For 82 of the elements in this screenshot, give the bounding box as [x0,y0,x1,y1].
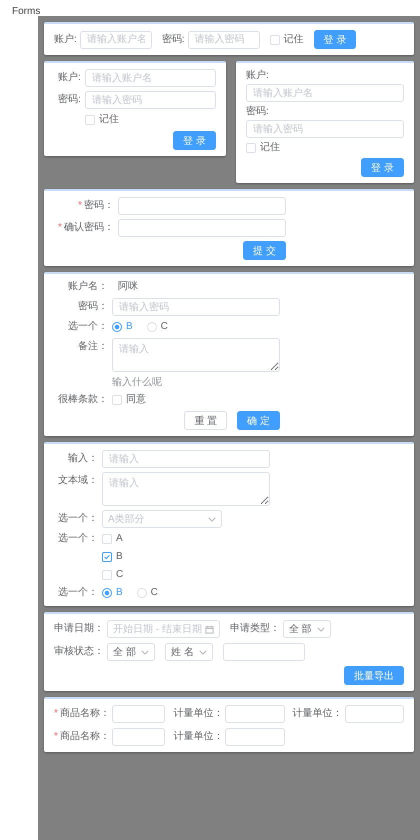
option-label: C [160,320,168,334]
field-label: 密码: [58,94,81,105]
caret-icon [199,650,207,654]
help-text: 输入什么呢 [112,376,162,389]
select-field[interactable]: A类部分 [102,510,222,528]
field-label: 选一个： [58,513,98,524]
field-label: 商品名称： [60,708,110,719]
field-label: 申请日期： [54,623,104,634]
field-label: 申请类型： [230,623,280,634]
input-field[interactable]: 请输入账户名 [84,69,216,87]
caret-icon [141,650,149,654]
caret-icon [316,626,325,632]
input-field[interactable] [225,705,285,723]
submit-button[interactable]: 确 定 [237,411,280,430]
submit-button[interactable]: 批量导出 [344,666,404,685]
option-label: 记住 [260,141,280,155]
field-label: 计量单位： [173,731,224,742]
input-field[interactable] [225,728,285,746]
input-field[interactable]: 请输入密码 [84,91,216,109]
input-field[interactable]: 请输入 [102,450,270,468]
input-field[interactable]: 请输入密码 [188,30,260,48]
reset-button[interactable]: 重 置 [184,411,228,430]
field-label: 密码: [246,106,269,117]
option-label: 记住 [98,113,119,127]
radio-button[interactable] [102,588,112,598]
select-field[interactable]: 全 部 [107,643,155,661]
field-label: 密码： [78,301,108,312]
option-label: 记住 [284,32,304,46]
field-label: 账户名： [68,281,108,292]
field-label: 账户: [54,34,77,44]
submit-button[interactable]: 登 录 [314,30,356,49]
field-label: 文本域： [58,475,98,486]
required-mark: * [54,708,58,719]
required-mark: * [54,731,58,742]
option-label: 同意 [126,393,146,407]
field-label: 选一个： [58,587,98,598]
radio-button[interactable] [112,322,122,332]
input-field[interactable] [118,197,286,215]
submit-button[interactable]: 提 交 [243,241,286,260]
field-label: 选一个： [58,533,98,544]
field-label: 输入： [68,453,98,464]
text-area[interactable]: 请输入 [102,472,270,506]
input-field[interactable]: 请输入密码 [112,298,280,316]
option-label: B [116,550,123,564]
field-label: 确认密码： [64,222,114,233]
field-label: 计量单位： [173,708,224,719]
input-field[interactable] [223,643,305,661]
input-field[interactable] [112,728,166,746]
input-field[interactable]: 请输入密码 [246,120,404,138]
required-mark: * [58,222,62,233]
option-label: B [116,586,123,600]
submit-button[interactable]: 登 录 [173,131,216,150]
date-range-field[interactable]: 开始日期 - 结束日期 [107,620,220,638]
input-field[interactable] [118,219,286,237]
page-title: Forms [12,6,40,18]
option-label: A [116,532,123,546]
select-field[interactable]: 姓 名 [165,643,213,661]
option-label: C [150,586,158,600]
option-label: B [126,320,133,334]
field-label: 账户: [58,72,81,83]
select-field[interactable]: 全 部 [282,620,331,638]
field-label: 备注： [78,341,108,352]
required-mark: * [78,200,82,211]
field-label: 计量单位： [292,708,343,719]
input-field[interactable]: 请输入账户名 [80,30,152,48]
field-label: 密码: [162,34,185,44]
field-label: 账户: [246,70,269,81]
field-label: 密码： [84,200,114,211]
input-field[interactable]: 请输入账户名 [246,84,404,102]
field-value: 阿咪 [117,280,138,294]
submit-button[interactable]: 登 录 [361,158,404,177]
text-area[interactable]: 请输入 [112,338,280,372]
calendar-icon [204,624,214,634]
input-field[interactable] [344,705,404,723]
caret-icon [208,516,216,522]
field-label: 选一个： [68,321,108,332]
option-label: C [116,568,124,582]
field-label: 审核状态： [54,646,104,657]
input-field[interactable] [112,705,166,723]
checkbox[interactable] [102,552,112,562]
field-label: 很棒条款： [58,394,108,405]
field-label: 商品名称： [60,731,110,742]
